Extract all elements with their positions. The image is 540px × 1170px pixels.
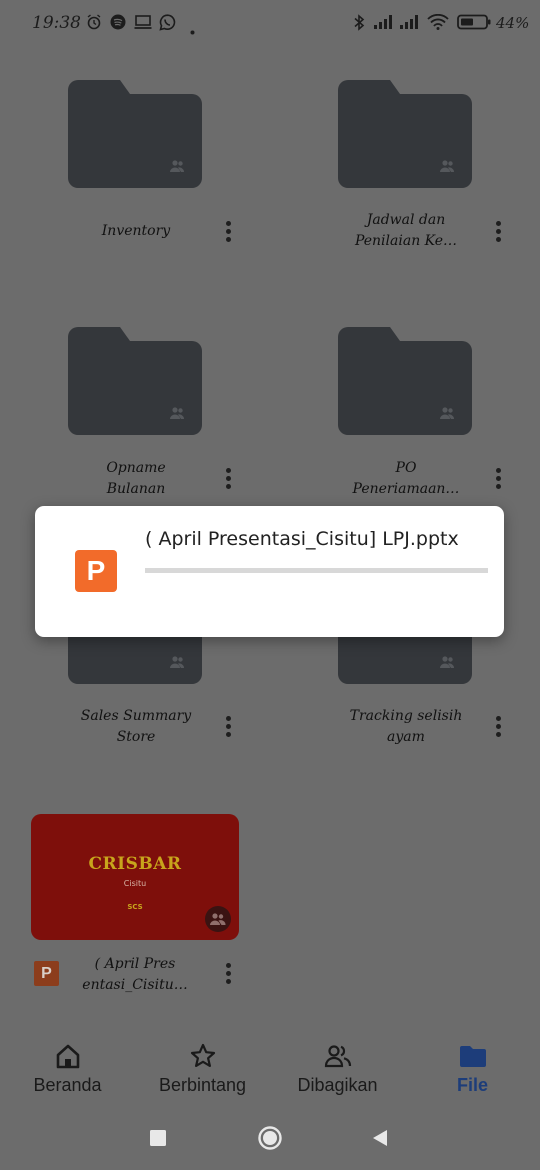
more-options-icon[interactable] [218, 958, 238, 988]
folder-name[interactable]: Opname Bulanan [56, 458, 216, 500]
more-options-icon[interactable] [218, 463, 238, 493]
folder-name[interactable]: Sales Summary Store [56, 706, 216, 748]
bottom-navigation: Beranda Berbintang Dibagikan File [0, 1030, 540, 1106]
folder-name[interactable]: Tracking selisih ayam [326, 706, 486, 748]
nav-beranda[interactable]: Beranda [0, 1030, 135, 1106]
dot-icon [190, 20, 195, 39]
alarm-icon [86, 14, 102, 34]
recents-button[interactable] [144, 1124, 172, 1152]
more-options-icon[interactable] [218, 711, 238, 741]
folder-icon[interactable] [338, 327, 472, 435]
shared-people-icon [205, 906, 231, 932]
thumbnail-brand: CRISBAR [88, 854, 182, 874]
nav-label: Berbintang [158, 1075, 247, 1095]
signal-icon [372, 14, 394, 34]
nav-label: Dibagikan [297, 1075, 378, 1095]
nav-label: File [456, 1075, 488, 1095]
back-button[interactable] [366, 1124, 394, 1152]
folder-name[interactable]: Jadwal dan Penilaian Ke… [326, 210, 486, 252]
status-bar: 19:38 44% [0, 0, 540, 48]
system-navigation-bar [0, 1110, 540, 1166]
folder-name[interactable]: Inventory [56, 221, 216, 242]
file-name[interactable]: ( April Pres entasi_Cisitu… [60, 954, 210, 996]
folder-icon [459, 1046, 486, 1067]
more-options-icon[interactable] [218, 216, 238, 246]
wifi-icon [427, 13, 449, 34]
star-icon [190, 1043, 215, 1067]
nav-berbintang[interactable]: Berbintang [135, 1030, 270, 1106]
signal-icon [398, 14, 420, 34]
more-options-icon[interactable] [488, 463, 508, 493]
spotify-icon [110, 14, 126, 34]
more-options-icon[interactable] [488, 711, 508, 741]
progress-bar [145, 568, 488, 573]
folder-name[interactable]: PO Peneriamaan… [326, 458, 486, 500]
people-icon [324, 1045, 351, 1068]
home-icon [56, 1044, 79, 1069]
dialog-filename: ( April Presentasi_Cisitu] LPJ.pptx [145, 528, 459, 550]
status-time: 19:38 [32, 13, 81, 33]
nav-dibagikan[interactable]: Dibagikan [270, 1030, 405, 1106]
folder-icon[interactable] [68, 80, 202, 188]
whatsapp-icon [159, 14, 176, 35]
battery-icon [457, 14, 491, 34]
more-options-icon[interactable] [488, 216, 508, 246]
cast-icon [134, 14, 152, 34]
nav-label: Beranda [33, 1075, 102, 1095]
battery-percent: 44% [496, 14, 530, 32]
thumbnail-subtitle: Cisitu [123, 879, 147, 888]
download-progress-dialog: P ( April Presentasi_Cisitu] LPJ.pptx [35, 506, 504, 637]
file-thumbnail[interactable]: CRISBAR Cisitu SCS [31, 814, 239, 940]
pptx-file-icon: P [34, 961, 59, 986]
nav-file[interactable]: File [405, 1030, 540, 1106]
folder-icon[interactable] [338, 80, 472, 188]
bluetooth-icon [352, 14, 366, 35]
folder-icon[interactable] [68, 327, 202, 435]
pptx-file-icon: P [75, 550, 117, 592]
home-button[interactable] [256, 1124, 284, 1152]
